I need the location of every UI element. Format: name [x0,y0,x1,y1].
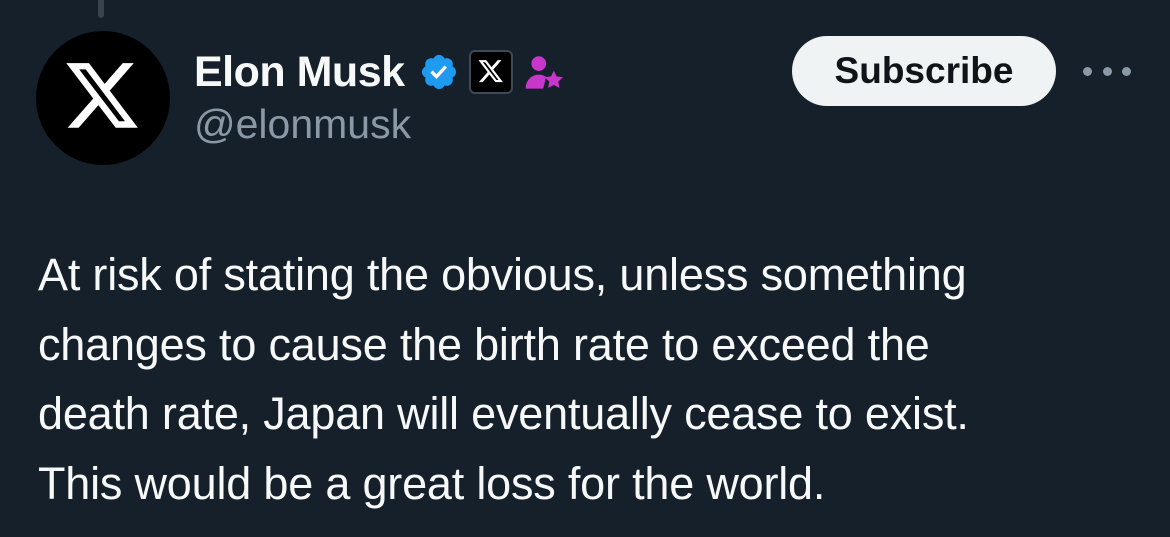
avatar[interactable] [36,31,170,165]
author-display-name[interactable]: Elon Musk [194,50,405,94]
subscribe-button[interactable]: Subscribe [792,36,1056,106]
more-dot [1122,66,1131,76]
more-options-icon[interactable] [1083,58,1131,84]
thread-connector-line [98,0,104,18]
subscriber-badge-icon[interactable] [523,51,565,93]
x-logo-icon [66,63,138,128]
author-name-row: Elon Musk [194,44,565,100]
x-affiliate-badge-icon[interactable] [468,50,513,94]
x-logo-icon [477,60,503,83]
author-handle[interactable]: @elonmusk [194,104,411,145]
more-dot [1102,66,1112,76]
tweet-text: At risk of stating the obvious, unless s… [38,249,969,509]
more-dot [1083,66,1092,76]
verified-badge-icon[interactable] [419,52,459,92]
